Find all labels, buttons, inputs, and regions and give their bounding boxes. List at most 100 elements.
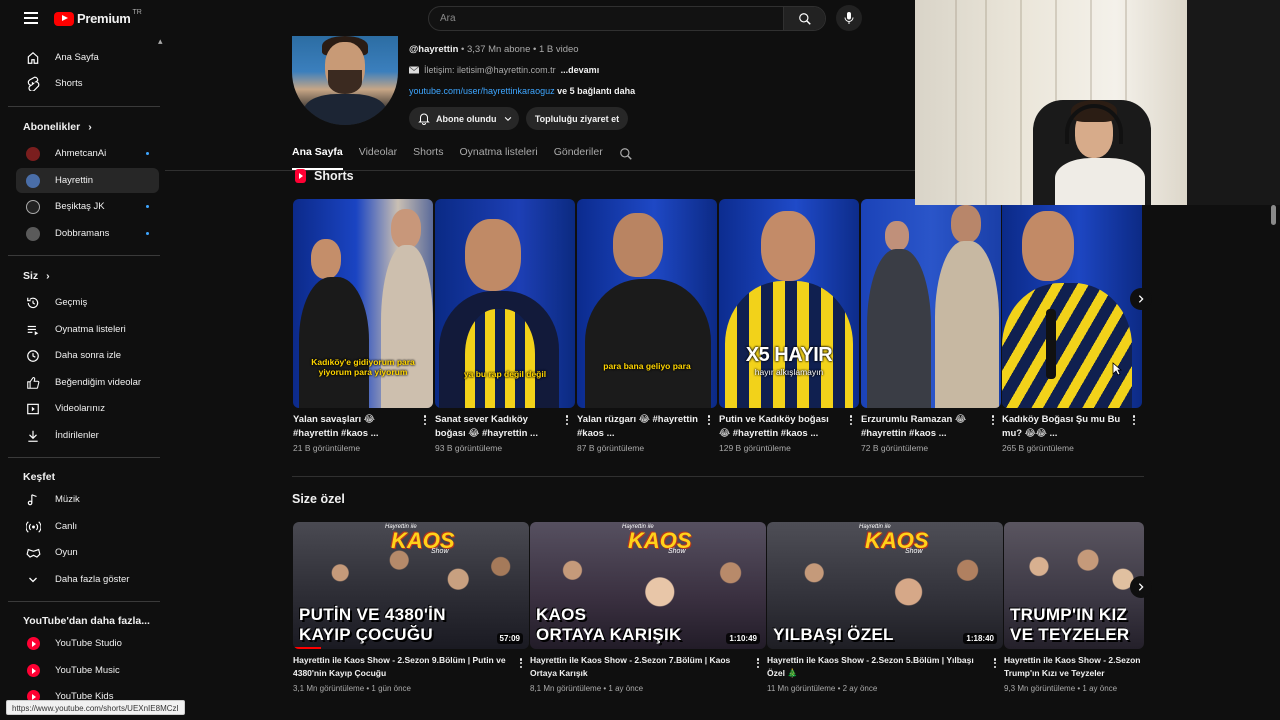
- explore-header-label: Keşfet: [23, 471, 56, 483]
- more-options-icon[interactable]: [991, 656, 999, 670]
- sidebar-item-youtube-studio[interactable]: YouTube Studio: [16, 631, 159, 656]
- tab-playlists[interactable]: Oynatma listeleri: [459, 146, 537, 170]
- subscribed-button[interactable]: Abone olundu: [409, 107, 519, 130]
- sidebar-item-your-videos[interactable]: Videolarınız: [16, 396, 159, 421]
- more-options-icon[interactable]: [754, 656, 762, 670]
- short-title[interactable]: Kadıköy Boğası Şu mu Bu mu? 😂😂 ...: [1002, 413, 1124, 441]
- short-thumbnail[interactable]: X5 HAYIR hayır alkışlamayın: [719, 199, 859, 408]
- channel-description[interactable]: İletişim: iletisim@hayrettin.com.tr ...d…: [409, 65, 599, 75]
- short-card[interactable]: ya bu rap değil değil Sanat sever Kadıkö…: [435, 199, 575, 453]
- video-meta: 9,3 Mn görüntüleme • 1 ay önce: [1004, 684, 1118, 693]
- channel-avatar-large[interactable]: [292, 36, 398, 125]
- description-more-link[interactable]: ...devamı: [561, 65, 600, 75]
- clock-icon: [25, 348, 41, 364]
- short-title[interactable]: Sanat sever Kadıköy boğası 😂 #hayrettin …: [435, 413, 557, 441]
- more-options-icon[interactable]: [421, 413, 429, 427]
- short-thumbnail[interactable]: [861, 199, 1001, 408]
- video-thumbnail[interactable]: Hayrettin ile KAOS Show YILBAŞI ÖZEL 1:18:…: [767, 522, 1003, 649]
- visit-community-button[interactable]: Topluluğu ziyaret et: [526, 107, 628, 130]
- sidebar-item-live[interactable]: Canlı: [16, 514, 159, 539]
- sidebar-item-besiktas[interactable]: Beşiktaş JK: [16, 194, 159, 219]
- short-title[interactable]: Putin ve Kadıköy boğası 😂 #hayrettin #ka…: [719, 413, 841, 441]
- you-header[interactable]: Siz ›: [23, 270, 50, 282]
- subscriptions-header[interactable]: Abonelikler ›: [23, 121, 92, 133]
- channel-search-button[interactable]: [619, 147, 633, 164]
- video-thumbnail[interactable]: Hayrettin ile KAOS Show PUTİN VE 4380'İN KA…: [293, 522, 529, 649]
- video-meta: 11 Mn görüntüleme • 2 ay önce: [767, 684, 878, 693]
- menu-icon[interactable]: [24, 12, 38, 24]
- gaming-icon: [25, 545, 41, 561]
- video-card[interactable]: Hayrettin ile KAOS Show PUTİN VE 4380'İN KA…: [293, 522, 529, 693]
- sidebar-item-shorts[interactable]: Shorts: [16, 71, 159, 96]
- video-title[interactable]: Hayrettin ile Kaos Show - 2.Sezon 9.Bölü…: [293, 654, 515, 680]
- short-title[interactable]: Erzurumlu Ramazan 😂 #hayrettin #kaos ...: [861, 413, 983, 441]
- video-title[interactable]: Hayrettin ile Kaos Show - 2.Sezon Trump'…: [1004, 654, 1144, 680]
- short-title[interactable]: Yalan savaşları 😂 #hayrettin #kaos ...: [293, 413, 415, 441]
- page-scrollbar[interactable]: [1271, 205, 1276, 225]
- sidebar-item-dobbramans[interactable]: Dobbramans: [16, 221, 159, 246]
- more-options-icon[interactable]: [989, 413, 997, 427]
- sidebar-item-label: Geçmiş: [55, 297, 88, 308]
- webcam-overlay: [915, 0, 1280, 205]
- shorts-shelf-header: Shorts: [295, 169, 354, 183]
- sidebar-item-hayrettin[interactable]: Hayrettin: [16, 168, 159, 193]
- voice-search-button[interactable]: [836, 5, 862, 31]
- chevron-down-icon: [25, 572, 41, 588]
- more-options-icon[interactable]: [517, 656, 525, 670]
- video-card[interactable]: Hayrettin ile KAOS Show YILBAŞI ÖZEL 1:18:…: [767, 522, 1003, 693]
- sidebar-item-watch-later[interactable]: Daha sonra izle: [16, 343, 159, 368]
- search-input[interactable]: [430, 7, 784, 30]
- tab-posts[interactable]: Gönderiler: [554, 146, 603, 170]
- video-thumbnail[interactable]: TRUMP'IN KIZ VE TEYZELER: [1004, 522, 1144, 649]
- short-thumbnail[interactable]: para bana geliyo para: [577, 199, 717, 408]
- chevron-right-icon: [1138, 583, 1144, 591]
- channel-link[interactable]: youtube.com/user/hayrettinkaraoguz: [409, 86, 555, 96]
- shorts-next-button[interactable]: [1130, 288, 1152, 310]
- new-content-dot: [146, 205, 149, 208]
- sidebar-item-downloads[interactable]: İndirilenler: [16, 423, 159, 448]
- tab-videos[interactable]: Videolar: [359, 146, 397, 170]
- sidebar-item-liked-videos[interactable]: Beğendiğim videolar: [16, 370, 159, 395]
- sidebar-item-history[interactable]: Geçmiş: [16, 290, 159, 315]
- more-options-icon[interactable]: [705, 413, 713, 427]
- video-card[interactable]: Hayrettin ile KAOS Show KAOS ORTAYA KARIŞIK…: [530, 522, 766, 693]
- sidebar-item-youtube-music[interactable]: YouTube Music: [16, 658, 159, 683]
- short-card[interactable]: X5 HAYIR hayır alkışlamayın Putin ve Kad…: [719, 199, 859, 453]
- more-options-icon[interactable]: [1130, 413, 1138, 427]
- video-card[interactable]: TRUMP'IN KIZ VE TEYZELER Hayrettin ile Ka…: [1004, 522, 1144, 693]
- more-header-label: YouTube'dan daha fazla...: [23, 615, 150, 627]
- sidebar-item-ahmetcanai[interactable]: AhmetcanAi: [16, 141, 159, 166]
- tab-shorts[interactable]: Shorts: [413, 146, 443, 170]
- short-title[interactable]: Yalan rüzgarı 😂 #hayrettin #kaos ...: [577, 413, 699, 441]
- short-thumbnail[interactable]: ya bu rap değil değil: [435, 199, 575, 408]
- search-button[interactable]: [783, 7, 825, 30]
- youtube-premium-logo[interactable]: Premium TR: [54, 9, 142, 26]
- more-options-icon[interactable]: [847, 413, 855, 427]
- short-card[interactable]: Erzurumlu Ramazan 😂 #hayrettin #kaos ...…: [861, 199, 1001, 453]
- short-views: 21 B görüntüleme: [293, 443, 361, 453]
- sidebar: ▴ Ana Sayfa Shorts Abonelikler › Ahmetca…: [8, 36, 165, 720]
- sidebar-item-show-more[interactable]: Daha fazla göster: [16, 567, 159, 592]
- channel-stats: • 3,37 Mn abone • 1 B video: [458, 44, 579, 55]
- short-thumbnail[interactable]: Kadıköy'e gidiyorum para yiyorum para yi…: [293, 199, 433, 408]
- history-icon: [25, 295, 41, 311]
- video-thumbnail[interactable]: Hayrettin ile KAOS Show KAOS ORTAYA KARIŞIK…: [530, 522, 766, 649]
- short-card[interactable]: Kadıköy Boğası Şu mu Bu mu? 😂😂 ... 265 B…: [1002, 199, 1142, 453]
- for-you-next-button[interactable]: [1130, 576, 1152, 598]
- youtube-studio-icon: [25, 636, 41, 652]
- sidebar-item-music[interactable]: Müzik: [16, 487, 159, 512]
- video-title[interactable]: Hayrettin ile Kaos Show - 2.Sezon 5.Bölü…: [767, 654, 989, 680]
- sidebar-item-home[interactable]: Ana Sayfa: [16, 45, 159, 70]
- sidebar-item-label: Videolarınız: [55, 403, 105, 414]
- short-thumbnail[interactable]: [1002, 199, 1142, 408]
- more-options-icon[interactable]: [563, 413, 571, 427]
- sidebar-item-gaming[interactable]: Oyun: [16, 540, 159, 565]
- scroll-up-arrow-icon[interactable]: ▴: [158, 36, 163, 47]
- short-card[interactable]: Kadıköy'e gidiyorum para yiyorum para yi…: [293, 199, 433, 453]
- kaos-logo-show: Show: [905, 548, 923, 555]
- more-links[interactable]: ve 5 bağlantı daha: [557, 86, 635, 96]
- sidebar-item-playlists[interactable]: Oynatma listeleri: [16, 317, 159, 342]
- tab-home[interactable]: Ana Sayfa: [292, 146, 343, 170]
- short-card[interactable]: para bana geliyo para Yalan rüzgarı 😂 #h…: [577, 199, 717, 453]
- video-title[interactable]: Hayrettin ile Kaos Show - 2.Sezon 7.Bölü…: [530, 654, 752, 680]
